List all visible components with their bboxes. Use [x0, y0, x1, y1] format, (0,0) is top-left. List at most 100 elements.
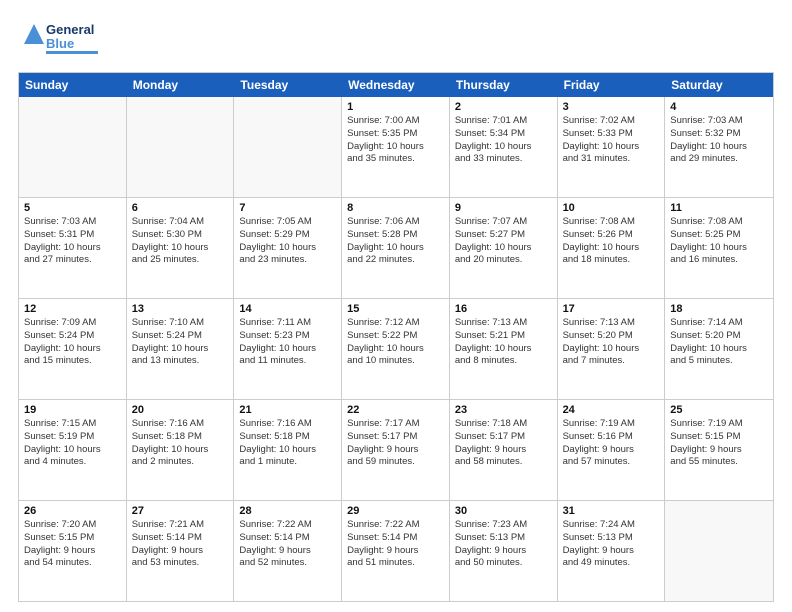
- day-number: 12: [24, 303, 121, 315]
- day-info: Sunrise: 7:18 AMSunset: 5:17 PMDaylight:…: [455, 418, 552, 469]
- day-info: Sunrise: 7:22 AMSunset: 5:14 PMDaylight:…: [347, 519, 444, 570]
- day-info: Sunrise: 7:08 AMSunset: 5:26 PMDaylight:…: [563, 216, 660, 267]
- day-number: 15: [347, 303, 444, 315]
- day-number: 31: [563, 505, 660, 517]
- day-number: 4: [670, 101, 768, 113]
- svg-text:General: General: [46, 22, 94, 37]
- calendar-body: 1 Sunrise: 7:00 AMSunset: 5:35 PMDaylight…: [19, 97, 773, 601]
- logo-svg: General Blue: [18, 16, 108, 66]
- day-number: 27: [132, 505, 229, 517]
- calendar-cell: 11 Sunrise: 7:08 AMSunset: 5:25 PMDayligh…: [665, 198, 773, 298]
- calendar-week-1: 1 Sunrise: 7:00 AMSunset: 5:35 PMDaylight…: [19, 97, 773, 197]
- day-info: Sunrise: 7:19 AMSunset: 5:15 PMDaylight:…: [670, 418, 768, 469]
- calendar-cell: 1 Sunrise: 7:00 AMSunset: 5:35 PMDaylight…: [342, 97, 450, 197]
- calendar-week-5: 26 Sunrise: 7:20 AMSunset: 5:15 PMDayligh…: [19, 500, 773, 601]
- day-number: 29: [347, 505, 444, 517]
- calendar-cell: 21 Sunrise: 7:16 AMSunset: 5:18 PMDayligh…: [234, 400, 342, 500]
- calendar-cell: 6Sunrise: 7:04 AMSunset: 5:30 PMDaylight…: [127, 198, 235, 298]
- svg-text:Blue: Blue: [46, 36, 74, 51]
- calendar: SundayMondayTuesdayWednesdayThursdayFrid…: [18, 72, 774, 602]
- day-header-saturday: Saturday: [665, 73, 773, 97]
- calendar-cell: [234, 97, 342, 197]
- day-number: 16: [455, 303, 552, 315]
- calendar-cell: 19 Sunrise: 7:15 AMSunset: 5:19 PMDayligh…: [19, 400, 127, 500]
- day-info: Sunrise: 7:10 AMSunset: 5:24 PMDaylight:…: [132, 317, 229, 368]
- day-number: 26: [24, 505, 121, 517]
- day-info: Sunrise: 7:06 AMSunset: 5:28 PMDaylight:…: [347, 216, 444, 267]
- day-number: 22: [347, 404, 444, 416]
- calendar-cell: 8Sunrise: 7:06 AMSunset: 5:28 PMDaylight…: [342, 198, 450, 298]
- calendar-cell: 29 Sunrise: 7:22 AMSunset: 5:14 PMDayligh…: [342, 501, 450, 601]
- day-info: Sunrise: 7:03 AMSunset: 5:31 PMDaylight:…: [24, 216, 121, 267]
- day-info: Sunrise: 7:01 AMSunset: 5:34 PMDaylight:…: [455, 115, 552, 166]
- calendar-cell: 9Sunrise: 7:07 AMSunset: 5:27 PMDaylight…: [450, 198, 558, 298]
- day-number: 28: [239, 505, 336, 517]
- day-number: 23: [455, 404, 552, 416]
- calendar-week-3: 12 Sunrise: 7:09 AMSunset: 5:24 PMDayligh…: [19, 298, 773, 399]
- calendar-cell: 12 Sunrise: 7:09 AMSunset: 5:24 PMDayligh…: [19, 299, 127, 399]
- day-header-friday: Friday: [558, 73, 666, 97]
- day-info: Sunrise: 7:08 AMSunset: 5:25 PMDaylight:…: [670, 216, 768, 267]
- calendar-cell: 22 Sunrise: 7:17 AMSunset: 5:17 PMDayligh…: [342, 400, 450, 500]
- calendar-cell: 13 Sunrise: 7:10 AMSunset: 5:24 PMDayligh…: [127, 299, 235, 399]
- day-number: 11: [670, 202, 768, 214]
- day-info: Sunrise: 7:03 AMSunset: 5:32 PMDaylight:…: [670, 115, 768, 166]
- calendar-cell: 23 Sunrise: 7:18 AMSunset: 5:17 PMDayligh…: [450, 400, 558, 500]
- day-info: Sunrise: 7:02 AMSunset: 5:33 PMDaylight:…: [563, 115, 660, 166]
- calendar-cell: 24Sunrise: 7:19 AMSunset: 5:16 PMDayligh…: [558, 400, 666, 500]
- day-number: 3: [563, 101, 660, 113]
- calendar-cell: [127, 97, 235, 197]
- calendar-cell: 10Sunrise: 7:08 AMSunset: 5:26 PMDayligh…: [558, 198, 666, 298]
- day-number: 30: [455, 505, 552, 517]
- day-info: Sunrise: 7:20 AMSunset: 5:15 PMDaylight:…: [24, 519, 121, 570]
- day-info: Sunrise: 7:00 AMSunset: 5:35 PMDaylight:…: [347, 115, 444, 166]
- day-number: 19: [24, 404, 121, 416]
- calendar-week-2: 5 Sunrise: 7:03 AMSunset: 5:31 PMDaylight…: [19, 197, 773, 298]
- calendar-cell: 27 Sunrise: 7:21 AMSunset: 5:14 PMDayligh…: [127, 501, 235, 601]
- day-header-sunday: Sunday: [19, 73, 127, 97]
- logo: General Blue: [18, 16, 108, 66]
- day-info: Sunrise: 7:13 AMSunset: 5:21 PMDaylight:…: [455, 317, 552, 368]
- calendar-cell: 31Sunrise: 7:24 AMSunset: 5:13 PMDayligh…: [558, 501, 666, 601]
- day-info: Sunrise: 7:17 AMSunset: 5:17 PMDaylight:…: [347, 418, 444, 469]
- day-number: 13: [132, 303, 229, 315]
- day-number: 20: [132, 404, 229, 416]
- day-info: Sunrise: 7:09 AMSunset: 5:24 PMDaylight:…: [24, 317, 121, 368]
- day-number: 21: [239, 404, 336, 416]
- calendar-cell: 15 Sunrise: 7:12 AMSunset: 5:22 PMDayligh…: [342, 299, 450, 399]
- day-number: 1: [347, 101, 444, 113]
- calendar-cell: 4 Sunrise: 7:03 AMSunset: 5:32 PMDaylight…: [665, 97, 773, 197]
- day-number: 9: [455, 202, 552, 214]
- day-number: 5: [24, 202, 121, 214]
- calendar-cell: 7 Sunrise: 7:05 AMSunset: 5:29 PMDaylight…: [234, 198, 342, 298]
- day-info: Sunrise: 7:21 AMSunset: 5:14 PMDaylight:…: [132, 519, 229, 570]
- day-number: 14: [239, 303, 336, 315]
- calendar-cell: 30 Sunrise: 7:23 AMSunset: 5:13 PMDayligh…: [450, 501, 558, 601]
- day-info: Sunrise: 7:05 AMSunset: 5:29 PMDaylight:…: [239, 216, 336, 267]
- header: General Blue: [18, 16, 774, 66]
- day-info: Sunrise: 7:12 AMSunset: 5:22 PMDaylight:…: [347, 317, 444, 368]
- day-number: 18: [670, 303, 768, 315]
- calendar-cell: 20 Sunrise: 7:16 AMSunset: 5:18 PMDayligh…: [127, 400, 235, 500]
- day-number: 7: [239, 202, 336, 214]
- day-header-thursday: Thursday: [450, 73, 558, 97]
- calendar-header: SundayMondayTuesdayWednesdayThursdayFrid…: [19, 73, 773, 97]
- calendar-week-4: 19 Sunrise: 7:15 AMSunset: 5:19 PMDayligh…: [19, 399, 773, 500]
- day-info: Sunrise: 7:14 AMSunset: 5:20 PMDaylight:…: [670, 317, 768, 368]
- day-info: Sunrise: 7:16 AMSunset: 5:18 PMDaylight:…: [132, 418, 229, 469]
- day-number: 24: [563, 404, 660, 416]
- calendar-cell: 17Sunrise: 7:13 AMSunset: 5:20 PMDayligh…: [558, 299, 666, 399]
- calendar-cell: 26 Sunrise: 7:20 AMSunset: 5:15 PMDayligh…: [19, 501, 127, 601]
- calendar-cell: 28Sunrise: 7:22 AMSunset: 5:14 PMDayligh…: [234, 501, 342, 601]
- calendar-cell: 18 Sunrise: 7:14 AMSunset: 5:20 PMDayligh…: [665, 299, 773, 399]
- day-number: 2: [455, 101, 552, 113]
- day-info: Sunrise: 7:16 AMSunset: 5:18 PMDaylight:…: [239, 418, 336, 469]
- day-header-tuesday: Tuesday: [234, 73, 342, 97]
- calendar-cell: [19, 97, 127, 197]
- day-header-wednesday: Wednesday: [342, 73, 450, 97]
- calendar-cell: 25Sunrise: 7:19 AMSunset: 5:15 PMDayligh…: [665, 400, 773, 500]
- calendar-cell: 5 Sunrise: 7:03 AMSunset: 5:31 PMDaylight…: [19, 198, 127, 298]
- day-info: Sunrise: 7:23 AMSunset: 5:13 PMDaylight:…: [455, 519, 552, 570]
- day-info: Sunrise: 7:15 AMSunset: 5:19 PMDaylight:…: [24, 418, 121, 469]
- day-number: 17: [563, 303, 660, 315]
